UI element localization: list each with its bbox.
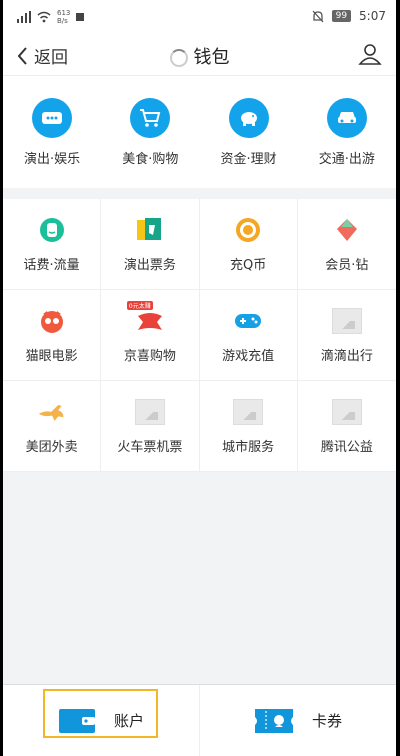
placeholder-graphic	[331, 307, 362, 334]
service-label: 会员·钻	[325, 257, 369, 273]
service-train-flight[interactable]: 火车票机票	[101, 381, 200, 472]
gamepad-icon	[233, 307, 263, 335]
mute-icon	[312, 10, 324, 22]
tab-label: 卡券	[311, 712, 342, 730]
image-placeholder-icon	[331, 307, 362, 335]
service-label: 城市服务	[222, 439, 275, 455]
service-jingxi[interactable]: 0元太赚 京喜购物	[101, 290, 200, 381]
service-show-tickets[interactable]: 演出票务	[101, 199, 200, 290]
placeholder-graphic	[233, 398, 264, 425]
network-speed-unit: B/s	[57, 17, 68, 25]
service-label: 火车票机票	[117, 439, 183, 455]
loading-spinner-icon	[169, 49, 188, 67]
service-meituan[interactable]: 美团外卖	[3, 381, 102, 472]
service-phone-charge[interactable]: 话费·流量	[3, 199, 102, 290]
placeholder-graphic	[331, 398, 362, 425]
category-label: 美食·购物	[122, 151, 179, 167]
notification-icon	[76, 13, 85, 21]
category-entertainment[interactable]: 演出·娱乐	[3, 97, 101, 167]
jingxi-icon: 0元太赚	[126, 300, 165, 335]
page-title: 钱包	[193, 47, 230, 68]
category-finance[interactable]: 资金·理财	[200, 97, 298, 167]
service-label: 话费·流量	[23, 257, 80, 273]
category-food-shopping[interactable]: 美食·购物	[101, 97, 199, 167]
category-label: 资金·理财	[220, 151, 277, 167]
category-label: 交通·出游	[318, 151, 375, 167]
image-placeholder-icon	[331, 398, 362, 426]
service-didi[interactable]: 滴滴出行	[297, 290, 396, 381]
promo-badge: 0元太赚	[126, 300, 153, 310]
status-bar: 613 B/s 99 5:07	[3, 0, 396, 35]
status-right: 99 5:07	[312, 9, 386, 23]
tab-coupons[interactable]: 卡券	[199, 685, 396, 756]
service-charity[interactable]: 腾讯公益	[297, 381, 396, 472]
cart-icon	[130, 97, 171, 138]
wifi-icon	[37, 11, 51, 23]
user-icon[interactable]	[358, 42, 382, 66]
diamond-icon	[332, 216, 362, 244]
car-icon	[326, 97, 367, 138]
nav-bar: 返回 钱包	[3, 35, 396, 76]
category-travel[interactable]: 交通·出游	[298, 97, 396, 167]
service-label: 演出票务	[123, 257, 176, 273]
service-game-topup[interactable]: 游戏充值	[199, 290, 298, 381]
section-divider	[3, 188, 396, 199]
maoyan-icon	[37, 307, 67, 335]
service-label: 京喜购物	[123, 348, 176, 364]
selection-highlight	[43, 689, 158, 738]
page-title-wrap: 钱包	[3, 43, 396, 69]
q-coin-icon	[233, 216, 263, 244]
tab-account[interactable]: 账户	[3, 685, 199, 756]
piggy-bank-icon	[228, 97, 269, 138]
phone-charge-icon	[37, 216, 67, 244]
signal-icon	[17, 11, 31, 23]
service-label: 滴滴出行	[320, 348, 373, 364]
kangaroo-icon	[37, 398, 67, 426]
service-membership[interactable]: 会员·钻	[297, 199, 396, 290]
placeholder-graphic	[134, 398, 165, 425]
image-placeholder-icon	[233, 398, 264, 426]
category-row: 演出·娱乐 美食·购物 资金·理财 交通·出游	[3, 76, 396, 188]
ticket-icon	[135, 216, 165, 244]
coupon-icon	[254, 708, 293, 733]
service-label: 猫眼电影	[25, 348, 78, 364]
category-label: 演出·娱乐	[24, 151, 81, 167]
clock: 5:07	[359, 9, 386, 23]
services-grid: 话费·流量 演出票务 充Q币 会员·钻 猫眼电影 0元太赚 京喜购物 游戏充值 …	[3, 199, 396, 472]
service-city[interactable]: 城市服务	[199, 381, 298, 472]
service-label: 充Q币	[230, 257, 267, 273]
battery-level: 99	[331, 10, 352, 22]
service-maoyan[interactable]: 猫眼电影	[3, 290, 102, 381]
status-left: 613 B/s	[17, 9, 85, 25]
wallet-screen: 613 B/s 99 5:07 返回 钱包 演出·娱乐 美食·购物 资金·理财 …	[3, 0, 396, 756]
service-label: 腾讯公益	[320, 439, 373, 455]
chat-bubble-icon	[32, 97, 73, 138]
image-placeholder-icon	[134, 398, 165, 426]
service-label: 游戏充值	[222, 348, 275, 364]
service-label: 美团外卖	[25, 439, 78, 455]
bottom-tab-bar: 账户 卡券	[3, 684, 396, 756]
service-q-coin[interactable]: 充Q币	[199, 199, 298, 290]
network-speed: 613 B/s	[57, 9, 70, 25]
network-speed-value: 613	[57, 9, 71, 17]
